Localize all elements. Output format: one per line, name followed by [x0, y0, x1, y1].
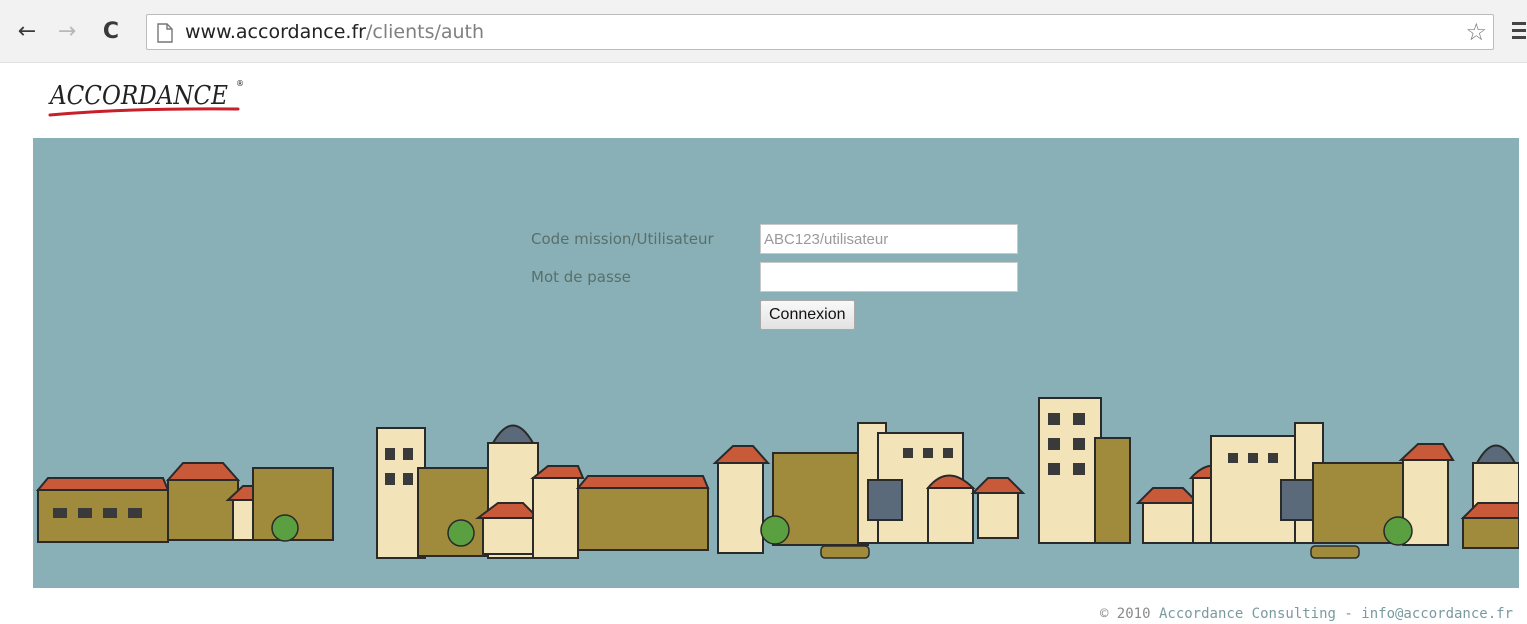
password-input[interactable]	[760, 262, 1018, 292]
email-link[interactable]: info@accordance.fr	[1361, 606, 1513, 622]
reload-icon[interactable]: C	[98, 18, 124, 44]
logo[interactable]: ACCORDANCE ®	[46, 72, 246, 122]
page-icon	[157, 23, 173, 43]
hamburger-menu-icon[interactable]	[1510, 18, 1527, 44]
logo-graphic: ACCORDANCE ®	[48, 79, 244, 117]
footer-separator: -	[1335, 606, 1362, 622]
star-icon[interactable]: ☆	[1465, 19, 1487, 45]
connexion-button[interactable]: Connexion	[760, 300, 855, 330]
copyright-text: © 2010	[1099, 606, 1159, 622]
user-label: Code mission/Utilisateur	[531, 230, 714, 248]
user-input[interactable]	[760, 224, 1018, 254]
company-link[interactable]: Accordance Consulting	[1159, 606, 1336, 622]
footer: © 2010 Accordance Consulting - info@acco…	[1100, 606, 1513, 622]
url-path: /clients/auth	[365, 21, 485, 43]
url-domain: www.accordance.fr	[185, 21, 366, 43]
arrow-right-icon[interactable]: →	[54, 18, 80, 44]
login-banner: Code mission/Utilisateur Mot de passe Co…	[33, 138, 1519, 588]
logo-text: ACCORDANCE	[48, 81, 228, 111]
logo-registered-mark: ®	[236, 79, 244, 88]
arrow-left-icon[interactable]: ←	[14, 18, 40, 44]
url-text: www.accordance.fr/clients/auth	[185, 20, 484, 44]
address-bar[interactable]: www.accordance.fr/clients/auth ☆	[146, 14, 1494, 50]
browser-toolbar: ← → C www.accordance.fr/clients/auth ☆	[0, 0, 1527, 63]
city-skyline-illustration	[33, 397, 1519, 588]
password-label: Mot de passe	[531, 268, 631, 286]
